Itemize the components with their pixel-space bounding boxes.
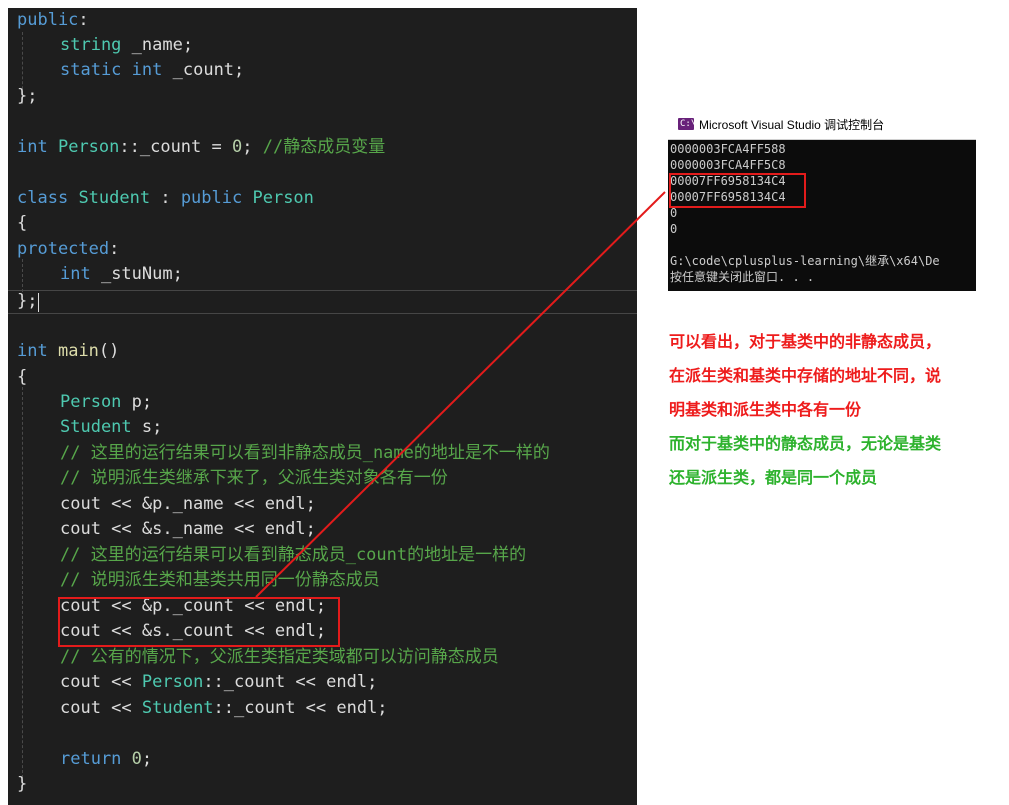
note-green-line: 还是派生类，都是同一个成员 bbox=[669, 468, 878, 487]
note-green-line: 而对于基类中的静态成员，无论是基类 bbox=[669, 434, 942, 453]
connector-line bbox=[255, 191, 666, 598]
note-red-line: 明基类和派生类中各有一份 bbox=[669, 400, 862, 419]
note-red-line: 可以看出，对于基类中的非静态成员， bbox=[669, 332, 942, 351]
note-red-line: 在派生类和基类中存储的地址不同，说 bbox=[669, 366, 942, 385]
